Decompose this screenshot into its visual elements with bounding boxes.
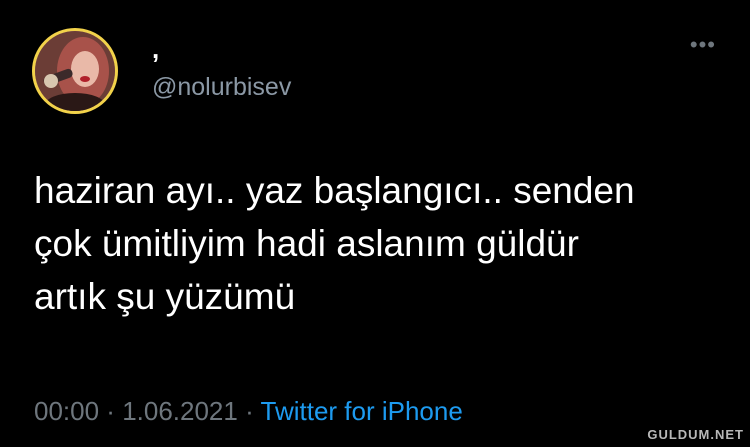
avatar[interactable] xyxy=(32,28,118,114)
meta-separator: · xyxy=(99,396,123,426)
tweet-source-link[interactable]: Twitter for iPhone xyxy=(261,396,463,426)
tweet-meta: 00:00 · 1.06.2021 · Twitter for iPhone xyxy=(34,395,463,427)
tweet-text-line: haziran ayı.. yaz başlangıcı.. senden xyxy=(34,170,635,211)
tweet-text-line: artık şu yüzümü xyxy=(34,276,296,317)
display-name[interactable]: , xyxy=(152,34,159,64)
tweet-text-line: çok ümitliyim hadi aslanım güldür xyxy=(34,223,579,264)
tweet-time[interactable]: 00:00 xyxy=(34,396,99,426)
tweet-date[interactable]: 1.06.2021 xyxy=(122,396,238,426)
more-options-icon[interactable]: ••• xyxy=(690,34,716,56)
watermark: GULDUM.NET xyxy=(647,427,744,442)
tweet-text: haziran ayı.. yaz başlangıcı.. senden ço… xyxy=(34,164,724,323)
avatar-photo xyxy=(35,31,115,111)
meta-separator: · xyxy=(237,396,261,426)
user-handle[interactable]: @nolurbisev xyxy=(152,72,291,102)
